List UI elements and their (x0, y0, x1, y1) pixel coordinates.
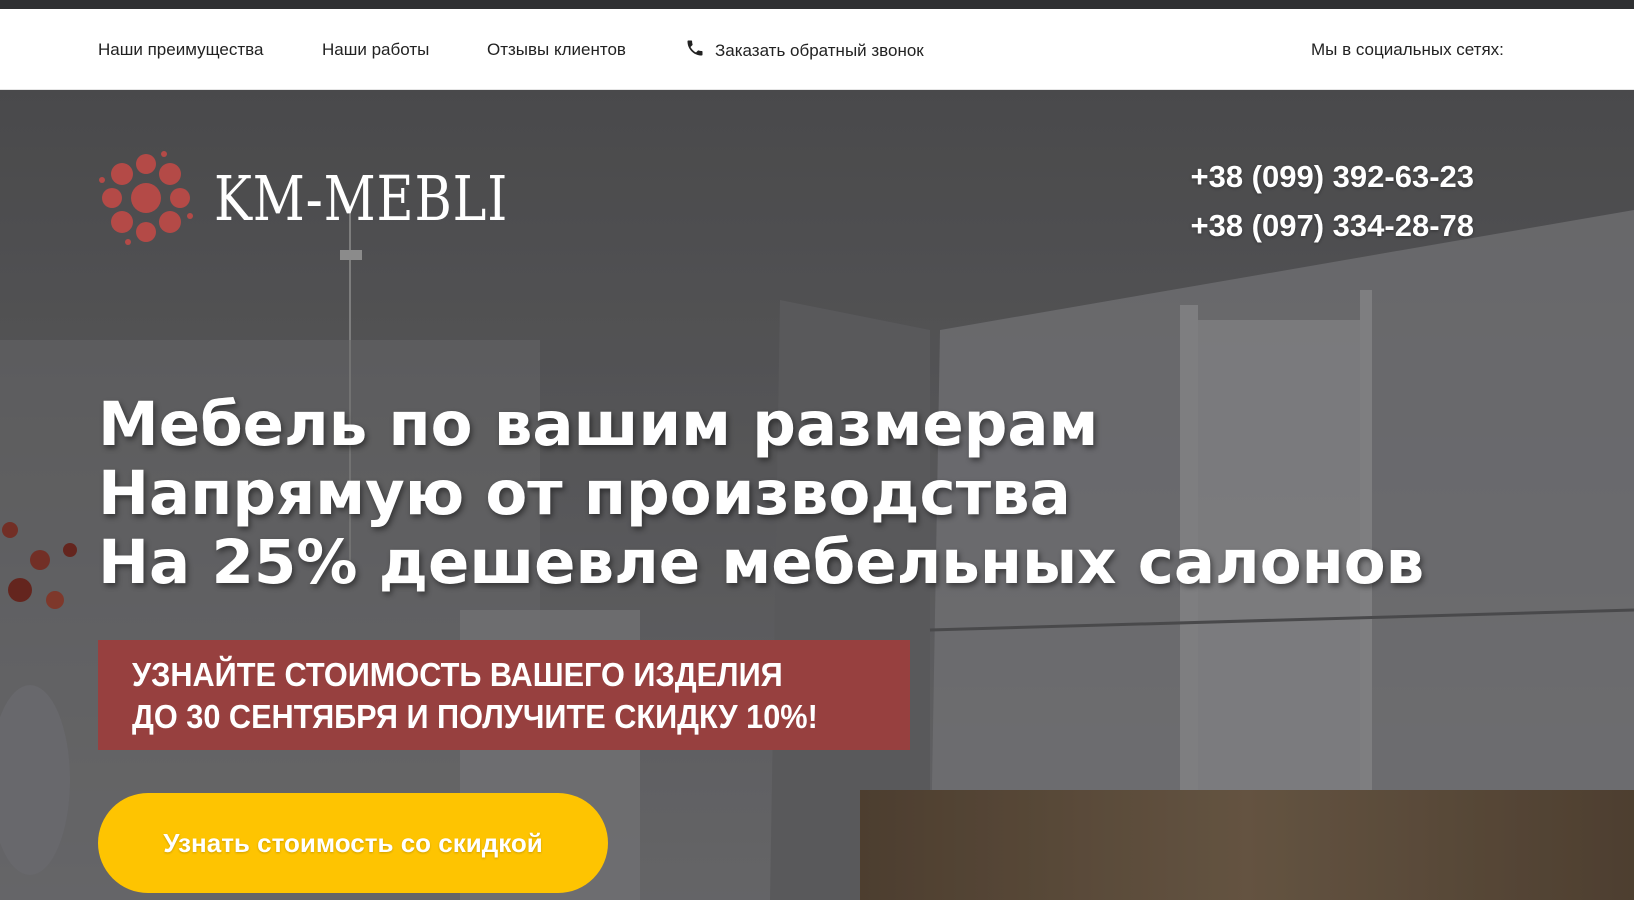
nav-link-advantages[interactable]: Наши преимущества (98, 40, 263, 60)
logo-dots-icon (99, 151, 193, 245)
promo-banner: УЗНАЙТЕ СТОИМОСТЬ ВАШЕГО ИЗДЕЛИЯ ДО 30 С… (98, 640, 910, 750)
phone-numbers: +38 (099) 392-63-23 +38 (097) 334-28-78 (1190, 152, 1474, 250)
phone-number-2[interactable]: +38 (097) 334-28-78 (1190, 201, 1474, 250)
nav-link-callback: Заказать обратный звонок (715, 40, 924, 60)
hero-headline: Мебель по вашим размерам Напрямую от про… (98, 390, 1424, 597)
headline-line-1: Мебель по вашим размерам (98, 389, 1099, 460)
promo-line-1: УЗНАЙТЕ СТОИМОСТЬ ВАШЕГО ИЗДЕЛИЯ (132, 656, 783, 693)
social-label: Мы в социальных сетях: (1311, 40, 1504, 59)
phone-number-1[interactable]: +38 (099) 392-63-23 (1190, 152, 1474, 201)
hero-section: KM-MEBLI +38 (099) 392-63-23 +38 (097) 3… (0, 90, 1634, 900)
headline-line-3: На 25% дешевле мебельных салонов (98, 527, 1425, 598)
top-strip (0, 0, 1634, 9)
callback-link[interactable]: Заказать обратный звонок (685, 38, 924, 63)
get-discount-price-button[interactable]: Узнать стоимость со скидкой (98, 793, 608, 893)
nav-link-works[interactable]: Наши работы (322, 40, 429, 60)
logo[interactable]: KM-MEBLI (98, 150, 573, 246)
page: Наши преимущества Наши работы Отзывы кли… (0, 0, 1634, 900)
headline-line-2: Напрямую от производства (98, 458, 1071, 529)
nav-link-reviews[interactable]: Отзывы клиентов (487, 40, 626, 60)
top-navbar: Наши преимущества Наши работы Отзывы кли… (0, 9, 1634, 90)
phone-icon (685, 38, 705, 63)
logo-text: KM-MEBLI (214, 161, 509, 235)
promo-line-2: ДО 30 СЕНТЯБРЯ И ПОЛУЧИТЕ СКИДКУ 10%! (132, 698, 818, 735)
